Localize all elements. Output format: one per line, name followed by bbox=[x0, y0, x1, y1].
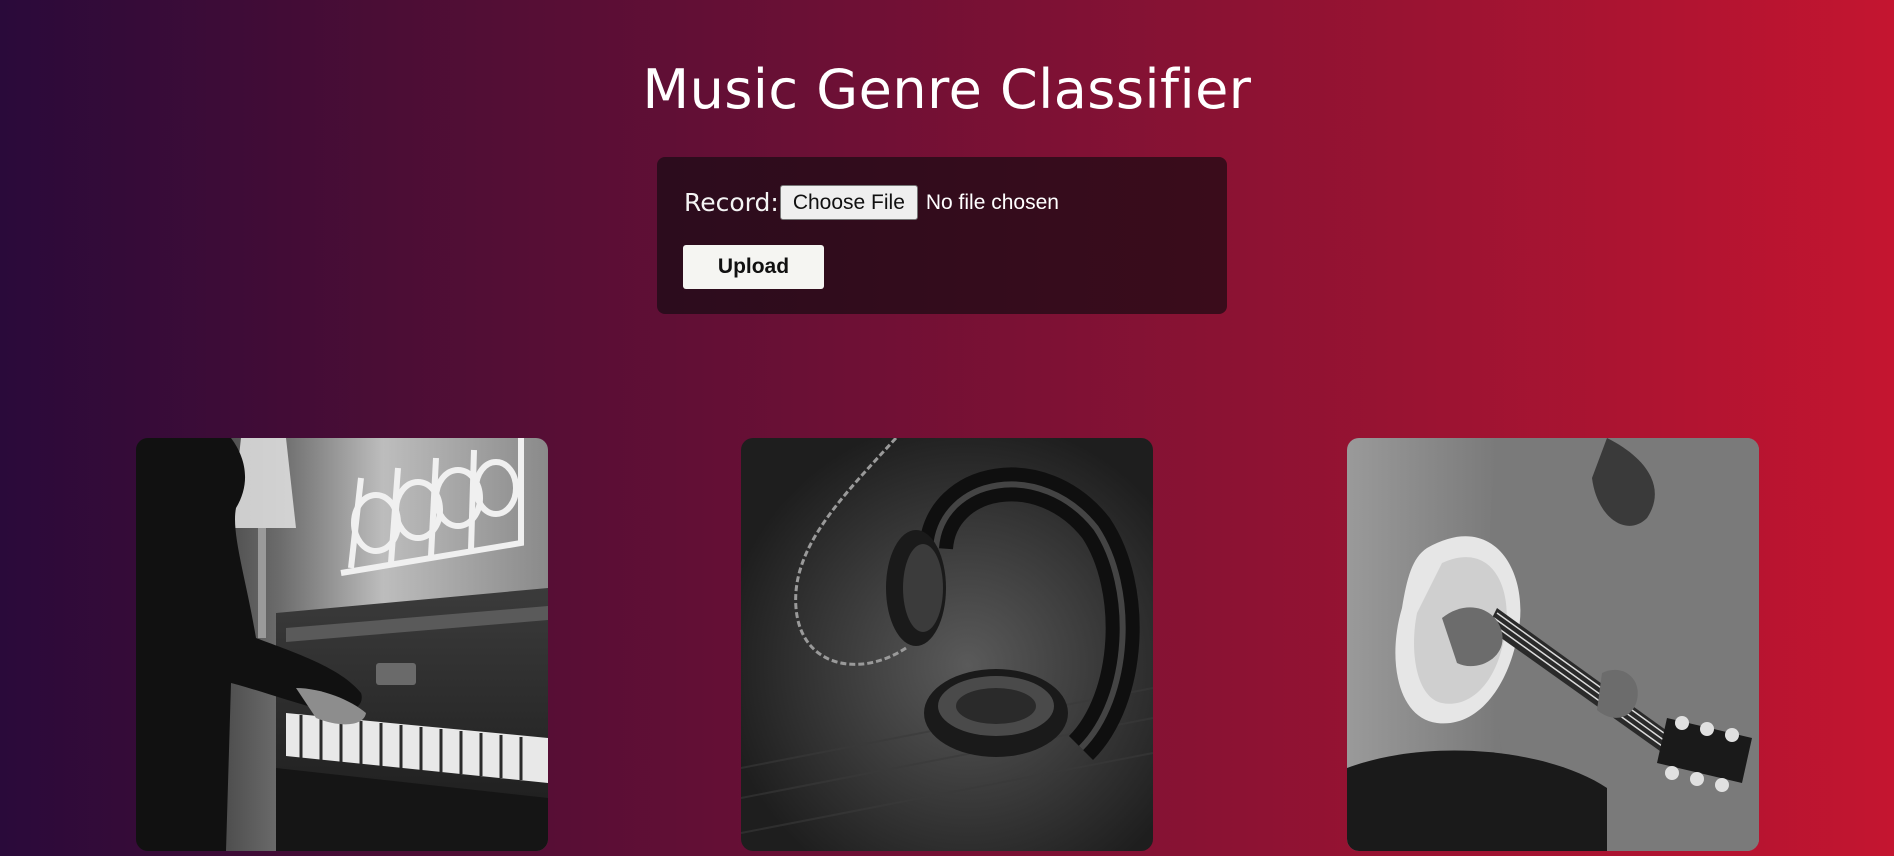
guitar-image bbox=[1347, 438, 1759, 851]
record-row: Record: Choose File No file chosen bbox=[684, 185, 1059, 220]
record-label: Record: bbox=[684, 187, 779, 217]
piano-photo bbox=[136, 438, 548, 851]
upload-button[interactable]: Upload bbox=[683, 245, 824, 289]
choose-file-button[interactable]: Choose File bbox=[779, 185, 918, 220]
page-title: Music Genre Classifier bbox=[642, 58, 1252, 121]
file-status-text: No file chosen bbox=[925, 190, 1059, 214]
headphones-image bbox=[741, 438, 1153, 851]
headphones-photo bbox=[741, 438, 1153, 851]
piano-image bbox=[136, 438, 548, 851]
guitar-photo bbox=[1347, 438, 1759, 851]
page: { "header": { "title": "Music Genre Clas… bbox=[0, 0, 1894, 856]
upload-form: Record: Choose File No file chosen Uploa… bbox=[657, 157, 1227, 314]
